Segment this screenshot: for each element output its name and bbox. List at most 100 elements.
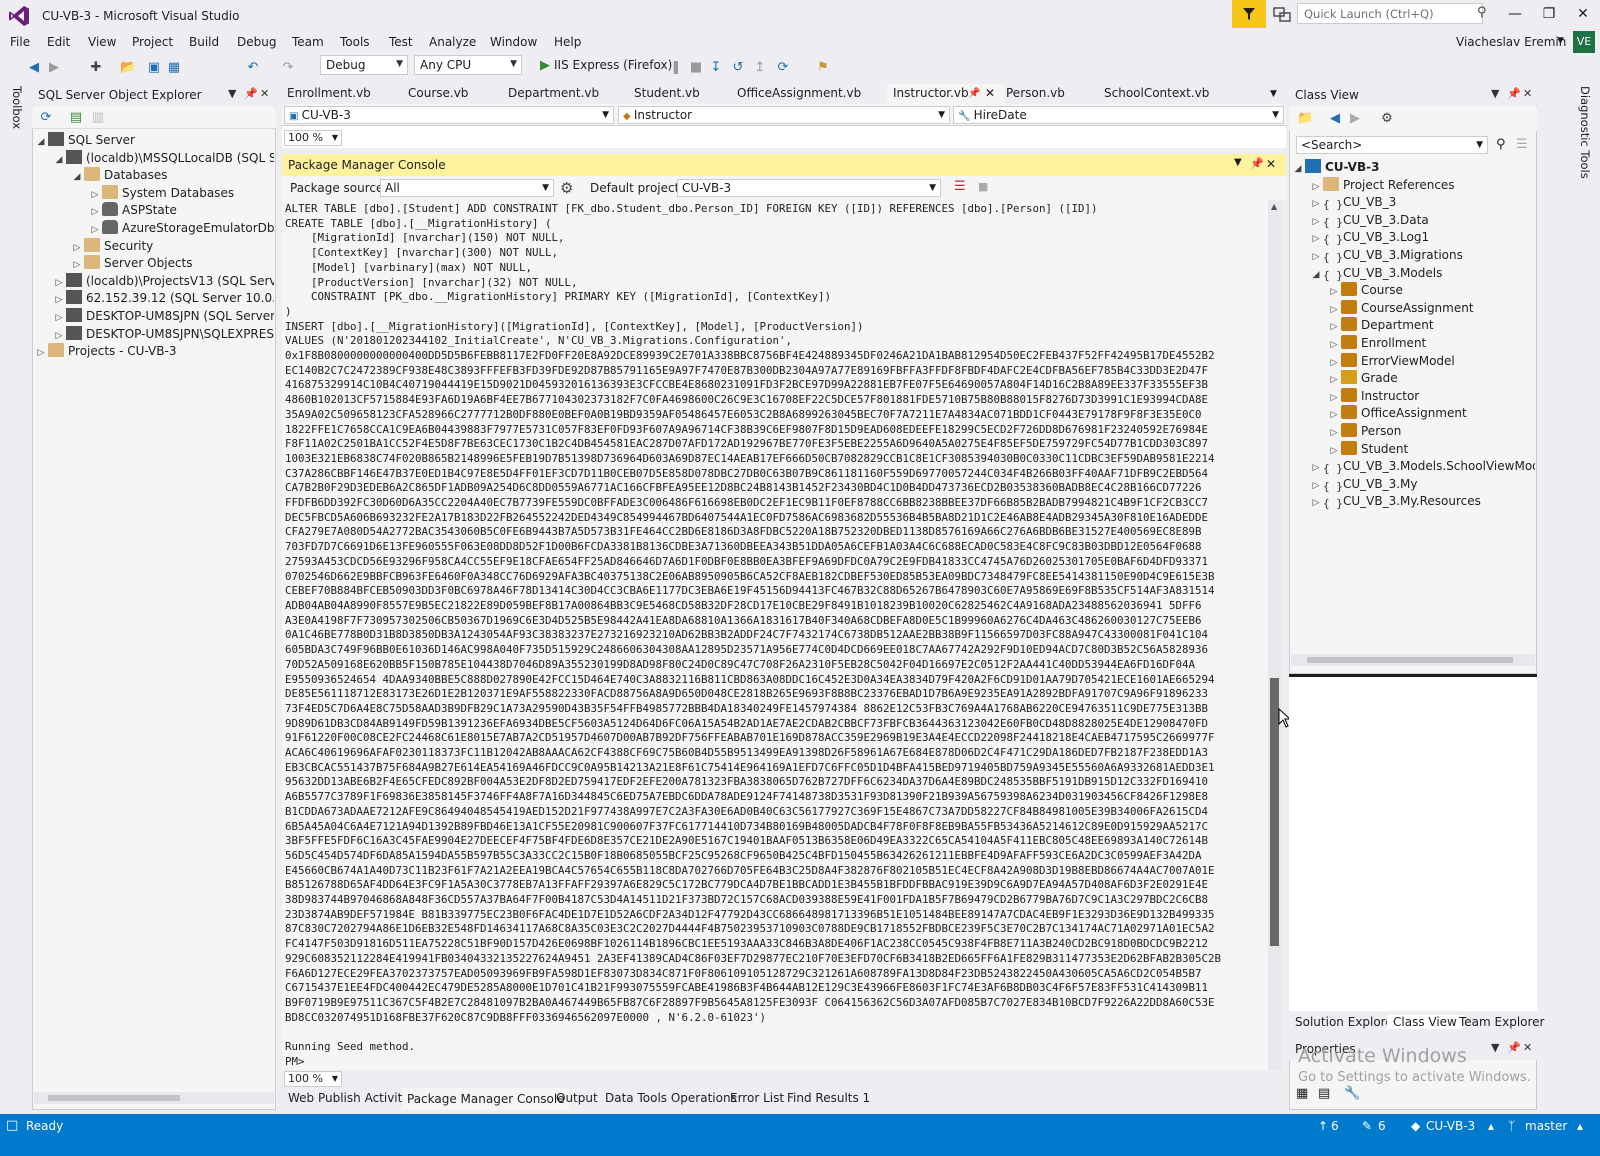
restore-button[interactable]: ❐ xyxy=(1539,6,1559,24)
type-select[interactable]: ◆ Instructor ▼ xyxy=(618,106,950,124)
sql-tree-node[interactable]: ▷ ASPState xyxy=(88,201,177,219)
menu-file[interactable]: File xyxy=(10,35,30,49)
sql-tree-node[interactable]: ▷ Projects - CU-VB-3 xyxy=(34,342,176,360)
unpublished-count[interactable]: 6 xyxy=(1331,1119,1339,1133)
class-tree-node[interactable]: ▷ Project References xyxy=(1309,176,1455,194)
menu-view[interactable]: View xyxy=(88,35,116,49)
sql-tree-node[interactable]: ◢ Databases xyxy=(70,166,168,184)
class-tree-node[interactable]: ▷{ }CU_VB_3.My xyxy=(1309,475,1418,493)
close-icon[interactable]: ✕ xyxy=(1523,1041,1532,1054)
step-into-icon[interactable]: ↺ xyxy=(730,60,746,76)
pencil-icon[interactable]: ✎ xyxy=(1362,1119,1372,1133)
menu-build[interactable]: Build xyxy=(189,35,219,49)
class-tree-node[interactable]: ▷ OfficeAssignment xyxy=(1327,404,1467,422)
class-tree-node[interactable]: ▷{ }CU_VB_3 xyxy=(1309,193,1397,211)
platform-select[interactable]: Any CPU ▼ xyxy=(414,55,522,75)
pin-icon[interactable]: 📌 xyxy=(968,88,980,99)
menu-debug[interactable]: Debug xyxy=(237,35,276,49)
pmc-console-output[interactable]: ALTER TABLE [dbo].[Student] ADD CONSTRAI… xyxy=(282,200,1268,1070)
expanded-arrow-icon[interactable]: ◢ xyxy=(1291,160,1305,178)
class-tree-node[interactable]: ▷ Course xyxy=(1327,281,1403,299)
class-tree-node[interactable]: ▷ Person xyxy=(1327,422,1401,440)
forward-icon[interactable]: ▶ xyxy=(1347,111,1363,127)
pin-icon[interactable]: 📌 xyxy=(244,87,258,100)
alphabetical-icon[interactable]: ▤ xyxy=(1318,1086,1330,1101)
search-icon[interactable]: ⚲ xyxy=(1496,137,1506,152)
dropdown-icon[interactable]: ▼ xyxy=(1491,87,1499,100)
settings-gear-icon[interactable]: ⚙ xyxy=(560,179,573,197)
tab-package-manager-console[interactable]: Package Manager Console xyxy=(403,1088,569,1110)
sql-tree-node[interactable]: ◢ SQL Server xyxy=(34,131,135,149)
default-project-select[interactable]: CU-VB-3 ▼ xyxy=(677,179,941,197)
sql-tree-node[interactable]: ▷ System Databases xyxy=(88,184,234,202)
editor-zoom-select[interactable]: 100 % ▼ xyxy=(284,130,342,146)
stop-command-icon[interactable]: ■ xyxy=(978,180,988,193)
menu-tools[interactable]: Tools xyxy=(340,35,370,49)
class-tree-node[interactable]: ▷ ErrorViewModel xyxy=(1327,352,1455,370)
new-project-icon[interactable]: ✚ xyxy=(88,60,104,76)
class-tree-node[interactable]: ▷ Grade xyxy=(1327,369,1398,387)
output-window-icon[interactable]: □ xyxy=(6,1118,18,1133)
class-tree-node[interactable]: ▷ CourseAssignment xyxy=(1327,299,1474,317)
code-editor-strip[interactable] xyxy=(282,126,1286,148)
minimize-button[interactable]: — xyxy=(1505,6,1525,24)
class-tree-node[interactable]: ▷ Enrollment xyxy=(1327,334,1426,352)
refresh-icon[interactable]: ⟳ xyxy=(38,110,54,126)
pending-changes-count[interactable]: 6 xyxy=(1378,1119,1386,1133)
tab-enrollment[interactable]: Enrollment.vb xyxy=(287,86,371,100)
notification-filter-icon[interactable] xyxy=(1232,0,1266,28)
menu-project[interactable]: Project xyxy=(132,35,173,49)
sql-tree-node[interactable]: ▷ Server Objects xyxy=(70,254,193,272)
close-icon[interactable]: ✕ xyxy=(1266,157,1276,171)
package-source-select[interactable]: All ▼ xyxy=(380,179,554,197)
feedback-icon[interactable] xyxy=(1272,5,1292,25)
browser-link-icon[interactable]: ⚑ xyxy=(815,60,831,76)
dropdown-icon[interactable]: ▼ xyxy=(1234,157,1242,168)
class-tree-node[interactable]: ▷{ }CU_VB_3.Models.SchoolViewModels xyxy=(1309,457,1535,475)
chevron-up-icon[interactable]: ▴ xyxy=(1488,1119,1494,1133)
sql-tree-node[interactable]: ▷ (localdb)\ProjectsV13 (SQL Serve xyxy=(52,272,274,290)
tab-class-view[interactable]: Class View xyxy=(1387,1015,1463,1029)
toolbox-tab[interactable]: Toolbox xyxy=(10,86,24,129)
tab-school-context[interactable]: SchoolContext.vb xyxy=(1104,86,1209,100)
diagnostic-tools-tab[interactable]: Diagnostic Tools xyxy=(1578,86,1592,179)
tab-output[interactable]: Output xyxy=(552,1091,602,1105)
tab-error-list[interactable]: Error List xyxy=(726,1091,788,1105)
class-tree-node[interactable]: ◢{ }CU_VB_3.Models xyxy=(1309,264,1443,282)
redo-icon[interactable]: ↷ xyxy=(280,60,296,76)
console-zoom-select[interactable]: 100 % ▼ xyxy=(284,1071,342,1087)
stop-icon[interactable]: ■ xyxy=(688,60,704,76)
close-window-button[interactable]: ✕ xyxy=(1573,6,1593,24)
undo-icon[interactable]: ↶ xyxy=(245,60,261,76)
sql-tree-node[interactable]: ▷62.152.39.12 (SQL Server 10.0.177 xyxy=(52,289,274,307)
scroll-up-icon[interactable]: ▲ xyxy=(1271,202,1277,211)
class-tree-node[interactable]: ▷ Instructor xyxy=(1327,387,1419,405)
project-select[interactable]: ▣ CU-VB-3 ▼ xyxy=(284,106,614,124)
collapsed-arrow-icon[interactable]: ▷ xyxy=(1309,494,1323,512)
tab-department[interactable]: Department.vb xyxy=(508,86,599,100)
step-out-icon[interactable]: ↥ xyxy=(752,60,768,76)
expanded-arrow-icon[interactable]: ◢ xyxy=(52,151,66,169)
tab-student[interactable]: Student.vb xyxy=(634,86,700,100)
menu-test[interactable]: Test xyxy=(389,35,413,49)
tab-team-explorer[interactable]: Team Explorer xyxy=(1453,1015,1551,1029)
horizontal-scrollbar[interactable] xyxy=(34,1092,274,1104)
refresh-icon[interactable]: ⟳ xyxy=(775,60,791,76)
sql-tree-node[interactable]: ▷ DESKTOP-UM8SJPN (SQL Server xyxy=(52,307,274,325)
class-tree-node[interactable]: ▷ Department xyxy=(1327,316,1434,334)
menu-help[interactable]: Help xyxy=(554,35,581,49)
categorized-icon[interactable]: ▦ xyxy=(1296,1086,1308,1101)
branch-icon[interactable]: ᛉ xyxy=(1508,1119,1515,1133)
dropdown-icon[interactable]: ▼ xyxy=(228,87,236,100)
class-tree-node[interactable]: ▷ Student xyxy=(1327,440,1408,458)
avatar[interactable]: VE xyxy=(1573,31,1595,53)
sql-tree-node[interactable]: ▷ AzureStorageEmulatorDb4 xyxy=(88,219,274,237)
menu-edit[interactable]: Edit xyxy=(47,35,70,49)
sql-tree-node[interactable]: ◢ (localdb)\MSSQLLocalDB (SQL Se xyxy=(52,149,274,167)
navigate-forward-icon[interactable]: ▶ xyxy=(46,60,62,76)
tab-overflow-icon[interactable]: ▼ xyxy=(1270,89,1277,99)
pin-icon[interactable]: 📌 xyxy=(1250,157,1264,170)
expanded-arrow-icon[interactable]: ◢ xyxy=(70,168,84,186)
repository-name[interactable]: CU-VB-3 xyxy=(1426,1119,1475,1133)
horizontal-scrollbar[interactable] xyxy=(1291,654,1535,666)
